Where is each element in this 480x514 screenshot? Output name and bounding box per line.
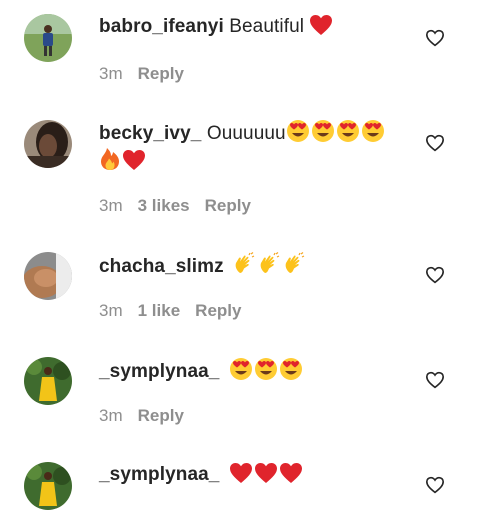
fire-emoji: [99, 147, 121, 171]
comment-meta: 3m 1 like Reply: [99, 300, 256, 322]
comment-username[interactable]: becky_ivy_: [99, 123, 201, 144]
comment-body: Beautiful: [229, 16, 305, 37]
comment-time: 3m: [99, 301, 123, 320]
like-heart-icon[interactable]: [422, 130, 448, 156]
clapping-hands-emoji: [283, 252, 307, 276]
comment-text: babro_ifeanyi Beautiful: [99, 13, 420, 41]
avatar-image: [24, 14, 72, 62]
heart-eyes-emoji: [229, 357, 253, 381]
reply-button[interactable]: Reply: [205, 196, 251, 215]
avatar[interactable]: [24, 14, 72, 62]
comment-text: becky_ivy_ Ouuuuuu: [99, 119, 420, 148]
red-heart-emoji: [309, 14, 333, 36]
avatar-image: [24, 120, 72, 168]
heart-eyes-emoji: [336, 119, 360, 143]
comment-body: Ouuuuuu: [206, 123, 286, 144]
avatar[interactable]: [24, 462, 72, 510]
avatar[interactable]: [24, 120, 72, 168]
comment-meta: 3m Reply: [99, 63, 199, 85]
avatar-image: [24, 252, 72, 300]
comment-text: _symplynaa_: [99, 357, 420, 386]
comment-text: chacha_slimz: [99, 252, 420, 281]
clapping-hands-emoji: [233, 252, 257, 276]
like-heart-icon[interactable]: [422, 472, 448, 498]
comment-username[interactable]: _symplynaa_: [99, 361, 219, 382]
like-heart-icon[interactable]: [422, 25, 448, 51]
likes-count-button[interactable]: 1 like: [138, 301, 181, 320]
red-heart-emoji: [229, 462, 253, 484]
comment-text-line2: [99, 147, 420, 176]
avatar[interactable]: [24, 252, 72, 300]
heart-eyes-emoji: [286, 119, 310, 143]
comment-time: 3m: [99, 196, 123, 215]
comment-username[interactable]: chacha_slimz: [99, 256, 224, 277]
comment-meta: 3m Reply: [99, 405, 199, 427]
likes-count-button[interactable]: 3 likes: [138, 196, 190, 215]
reply-button[interactable]: Reply: [138, 406, 184, 425]
comment-time: 3m: [99, 406, 123, 425]
heart-eyes-emoji: [311, 119, 335, 143]
like-heart-icon[interactable]: [422, 367, 448, 393]
like-heart-icon[interactable]: [422, 262, 448, 288]
red-heart-emoji: [279, 462, 303, 484]
comment-username[interactable]: _symplynaa_: [99, 464, 219, 485]
heart-eyes-emoji: [361, 119, 385, 143]
heart-eyes-emoji: [254, 357, 278, 381]
red-heart-emoji: [254, 462, 278, 484]
reply-button[interactable]: Reply: [195, 301, 241, 320]
avatar-image: [24, 462, 72, 510]
comment-time: 3m: [99, 64, 123, 83]
comment-meta: 3m 3 likes Reply: [99, 195, 266, 217]
red-heart-emoji: [122, 149, 146, 171]
clapping-hands-emoji: [258, 252, 282, 276]
heart-eyes-emoji: [279, 357, 303, 381]
reply-button[interactable]: Reply: [138, 64, 184, 83]
comment-username[interactable]: babro_ifeanyi: [99, 16, 224, 37]
avatar-image: [24, 357, 72, 405]
avatar[interactable]: [24, 357, 72, 405]
comment-text: _symplynaa_: [99, 461, 420, 489]
